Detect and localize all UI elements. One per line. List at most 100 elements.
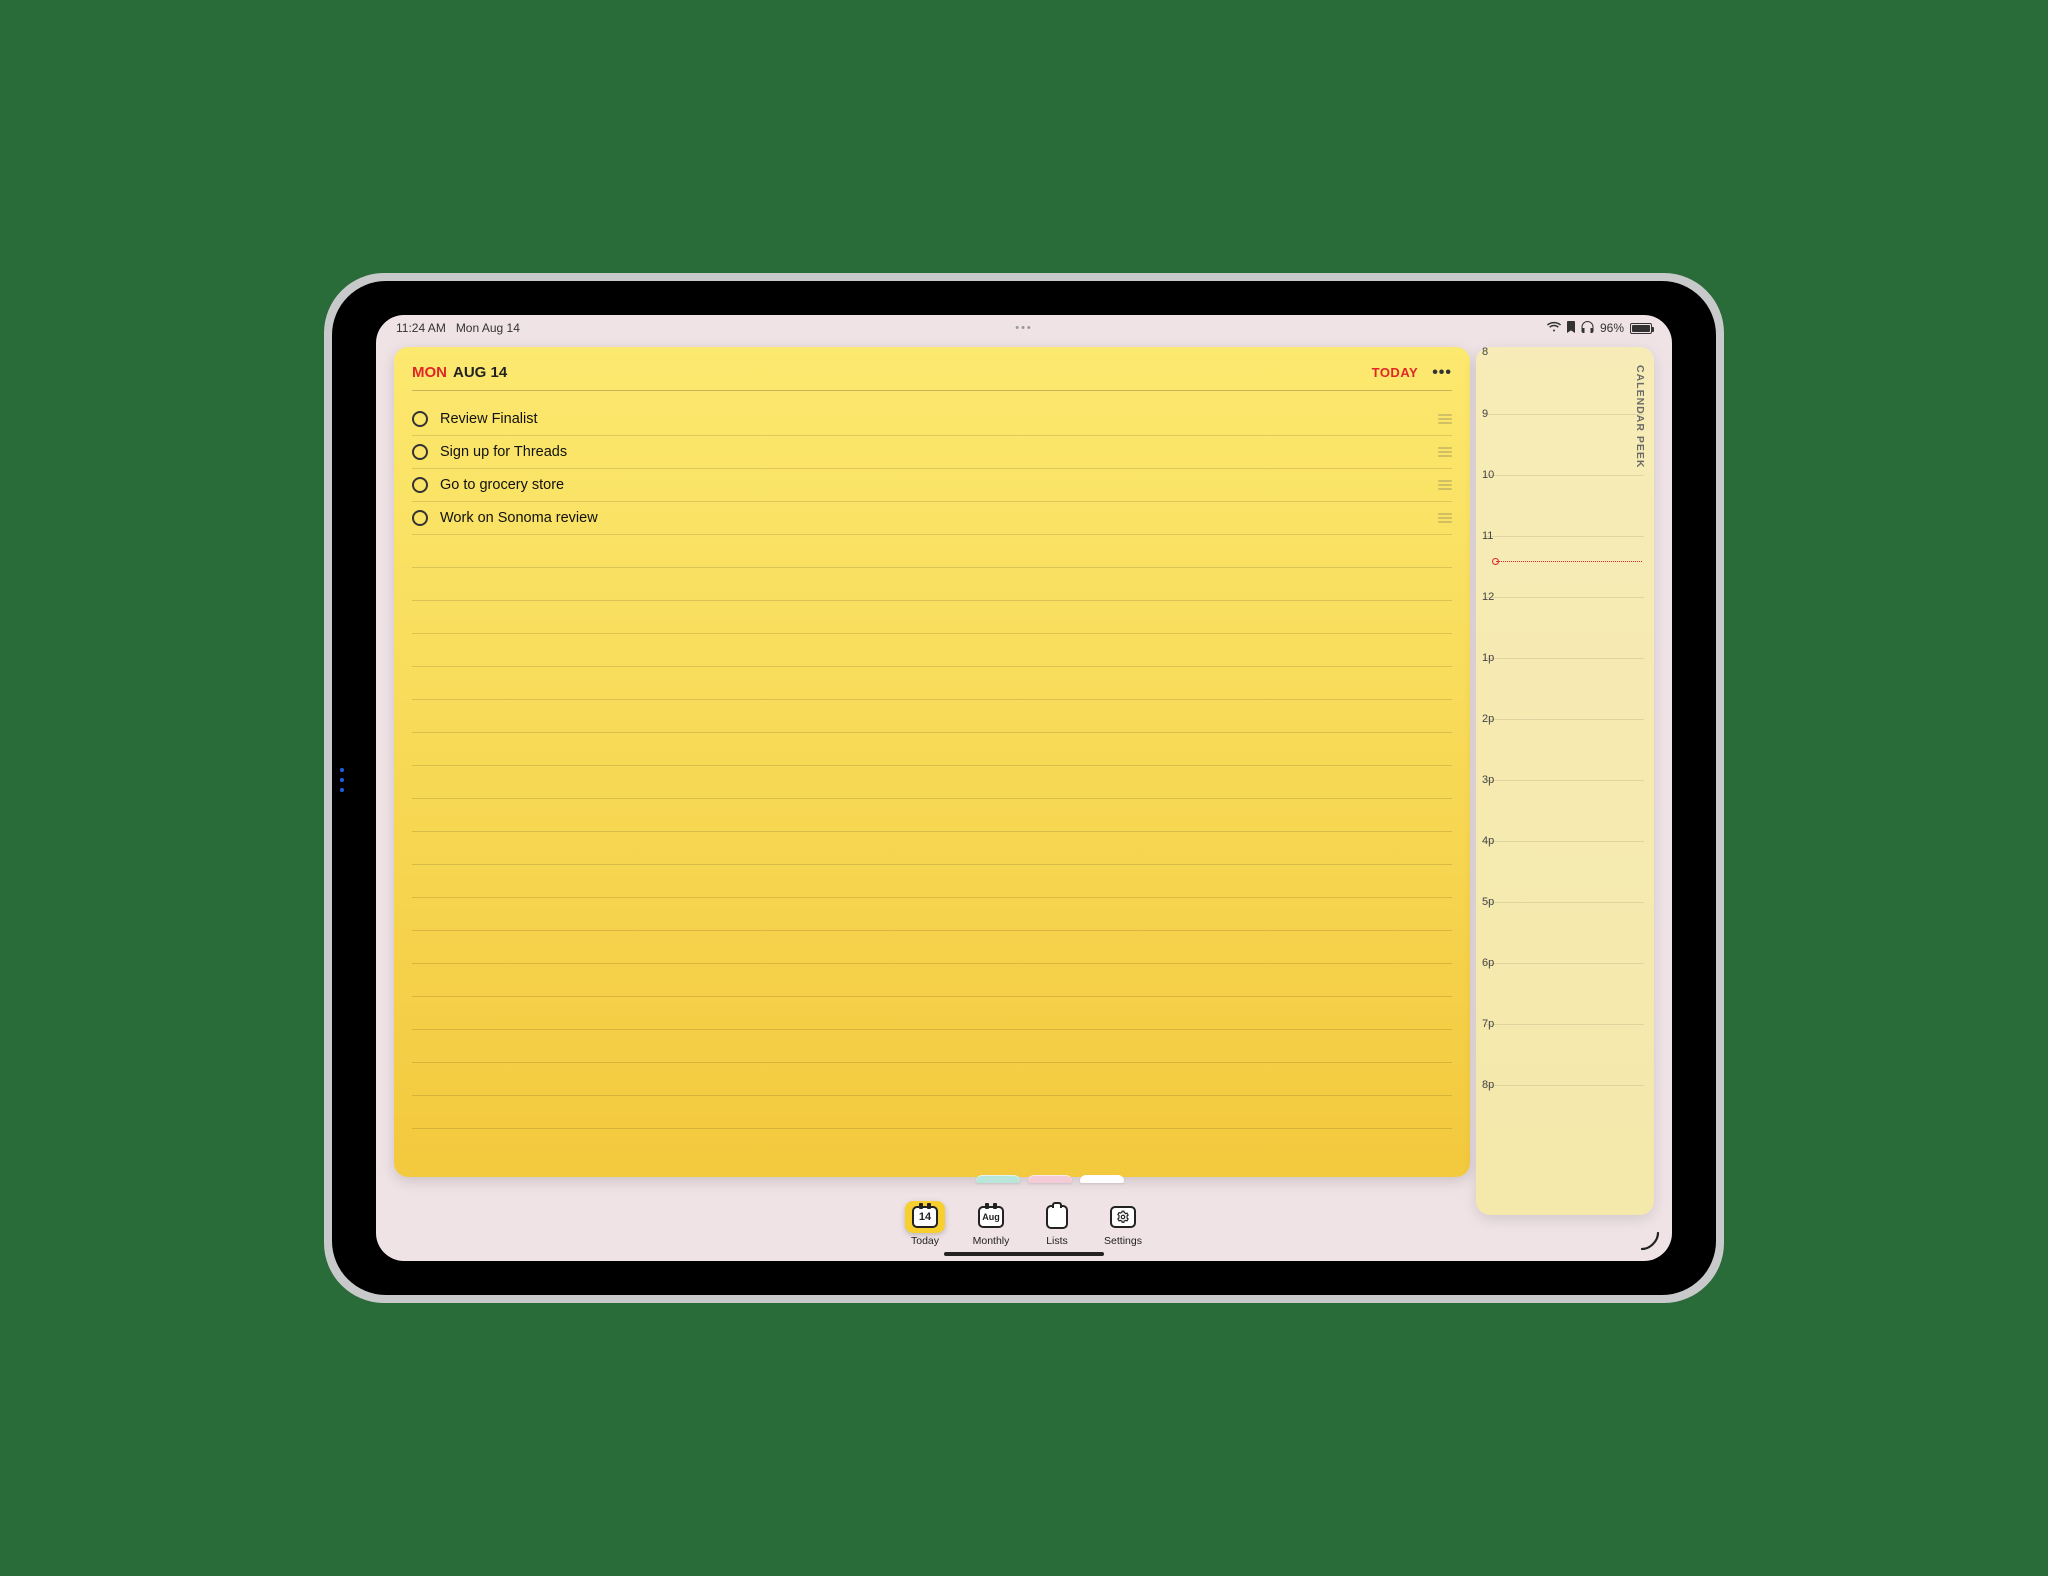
hour-label: 7p (1482, 1018, 1494, 1030)
today-button[interactable]: TODAY (1372, 365, 1419, 380)
note-dow: MON (412, 364, 447, 381)
hour-label: 2p (1482, 713, 1494, 725)
ruled-line (412, 700, 1452, 733)
headphones-icon (1581, 321, 1594, 336)
task-row[interactable]: Sign up for Threads (412, 436, 1452, 469)
hour-label: 9 (1482, 408, 1488, 420)
task-checkbox[interactable] (412, 510, 428, 526)
hour-label: 5p (1482, 896, 1494, 908)
clipboard-icon (1046, 1205, 1068, 1229)
hour-row[interactable]: 9 (1484, 414, 1644, 475)
ruled-line (412, 601, 1452, 634)
tab-label: Settings (1104, 1235, 1142, 1247)
ruled-line (412, 832, 1452, 865)
hour-row[interactable]: 8 (1484, 353, 1644, 414)
note-date: MON AUG 14 (412, 364, 507, 381)
task-label: Review Finalist (440, 411, 538, 427)
ipad-bezel: 11:24 AM Mon Aug 14 ••• 96% (332, 281, 1716, 1295)
battery-icon (1630, 323, 1652, 334)
tab-lists[interactable]: Lists (1037, 1201, 1077, 1247)
tab-label: Lists (1046, 1235, 1068, 1247)
task-row[interactable]: Go to grocery store (412, 469, 1452, 502)
tab-today[interactable]: 14 Today (905, 1201, 945, 1247)
ipad-frame: 11:24 AM Mon Aug 14 ••• 96% (324, 273, 1724, 1303)
hour-label: 8p (1482, 1079, 1494, 1091)
bookmark-icon (1567, 321, 1575, 336)
hour-row[interactable]: 1p (1484, 658, 1644, 719)
drag-handle-icon[interactable] (1438, 480, 1452, 490)
ruled-line (412, 535, 1452, 568)
ruled-line (412, 931, 1452, 964)
status-time: 11:24 AM (396, 321, 446, 335)
ruled-line (412, 667, 1452, 700)
hour-label: 4p (1482, 835, 1494, 847)
hour-row[interactable]: 6p (1484, 963, 1644, 1024)
hour-row[interactable]: 2p (1484, 719, 1644, 780)
ruled-line (412, 997, 1452, 1030)
drag-handle-icon[interactable] (1438, 513, 1452, 523)
task-label: Sign up for Threads (440, 444, 567, 460)
more-icon[interactable]: ••• (1432, 364, 1452, 382)
task-checkbox[interactable] (412, 444, 428, 460)
calendar-peek[interactable]: CALENDAR PEEK 891011121p2p3p4p5p6p7p8p (1476, 347, 1654, 1215)
ruled-line (412, 733, 1452, 766)
tab-label: Monthly (973, 1235, 1010, 1247)
page-curl-icon[interactable] (1640, 1231, 1660, 1251)
ruled-line (412, 1063, 1452, 1096)
hour-row[interactable]: 8p (1484, 1085, 1644, 1146)
task-label: Go to grocery store (440, 477, 564, 493)
note-header: MON AUG 14 TODAY ••• (412, 361, 1452, 391)
ruled-line (412, 799, 1452, 832)
task-list: Review Finalist Sign up for Threads Go t… (412, 403, 1452, 535)
hour-row[interactable]: 7p (1484, 1024, 1644, 1085)
tab-bar: 14 Today Aug Monthly Lists Settings (905, 1201, 1143, 1247)
hour-row[interactable]: 3p (1484, 780, 1644, 841)
calendar-month-icon: Aug (978, 1206, 1004, 1228)
calendar-today-icon: 14 (912, 1206, 938, 1228)
task-row[interactable]: Review Finalist (412, 403, 1452, 436)
hour-row[interactable]: 4p (1484, 841, 1644, 902)
ruled-line (412, 766, 1452, 799)
hour-label: 12 (1482, 591, 1494, 603)
tab-settings[interactable]: Settings (1103, 1201, 1143, 1247)
task-checkbox[interactable] (412, 477, 428, 493)
task-label: Work on Sonoma review (440, 510, 598, 526)
hour-row[interactable]: 12 (1484, 597, 1644, 658)
today-note[interactable]: MON AUG 14 TODAY ••• Review Finalist Sign… (394, 347, 1470, 1177)
screen: 11:24 AM Mon Aug 14 ••• 96% (376, 315, 1672, 1261)
ruled-line (412, 1096, 1452, 1129)
ruled-line (412, 568, 1452, 601)
side-sensor (340, 768, 346, 808)
task-row[interactable]: Work on Sonoma review (412, 502, 1452, 535)
ruled-line (412, 634, 1452, 667)
ruled-line (412, 964, 1452, 997)
hour-grid: 891011121p2p3p4p5p6p7p8p (1484, 353, 1644, 1146)
tab-label: Today (911, 1235, 939, 1247)
status-date: Mon Aug 14 (456, 321, 520, 335)
multitask-dots-icon[interactable]: ••• (1015, 322, 1033, 334)
home-indicator[interactable] (944, 1252, 1104, 1256)
gear-icon (1110, 1206, 1136, 1228)
note-daymonth: AUG 14 (453, 364, 507, 381)
hour-label: 8 (1482, 346, 1488, 358)
task-checkbox[interactable] (412, 411, 428, 427)
drag-handle-icon[interactable] (1438, 447, 1452, 457)
note-lines (412, 535, 1452, 1129)
ruled-line (412, 898, 1452, 931)
battery-percent: 96% (1600, 321, 1624, 335)
hour-label: 6p (1482, 957, 1494, 969)
status-bar: 11:24 AM Mon Aug 14 ••• 96% (376, 315, 1672, 341)
hour-label: 10 (1482, 469, 1494, 481)
hour-row[interactable]: 10 (1484, 475, 1644, 536)
hour-label: 11 (1482, 530, 1493, 542)
hour-row[interactable]: 11 (1484, 536, 1644, 597)
drag-handle-icon[interactable] (1438, 414, 1452, 424)
hour-row[interactable]: 5p (1484, 902, 1644, 963)
wifi-icon (1547, 321, 1561, 335)
hour-label: 1p (1482, 652, 1494, 664)
hour-label: 3p (1482, 774, 1494, 786)
ruled-line (412, 1030, 1452, 1063)
ruled-line (412, 865, 1452, 898)
tab-monthly[interactable]: Aug Monthly (971, 1201, 1011, 1247)
card-stack-hint (924, 1175, 1124, 1183)
